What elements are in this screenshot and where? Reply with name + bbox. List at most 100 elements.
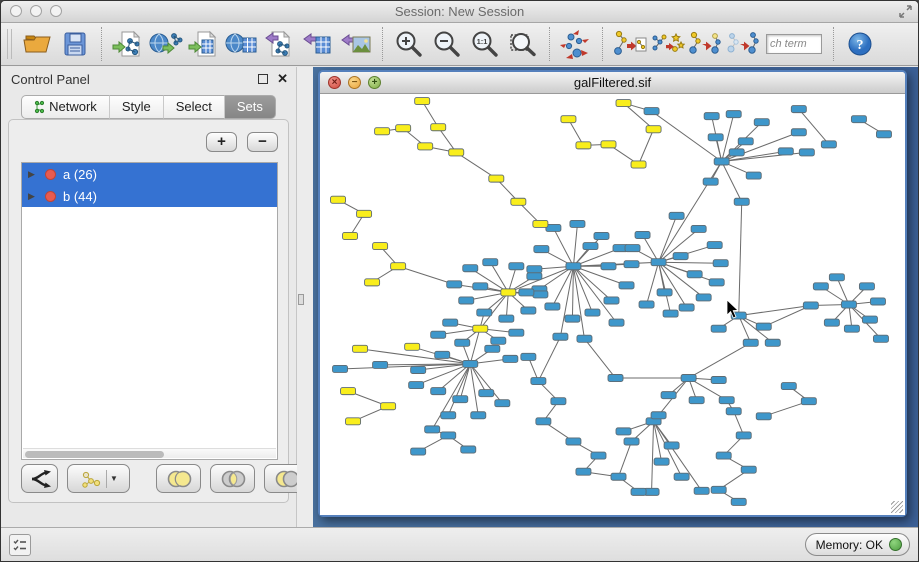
graph-node[interactable] [711, 325, 726, 332]
graph-node[interactable] [791, 129, 806, 136]
graph-node[interactable] [694, 487, 709, 494]
graph-node[interactable] [664, 442, 679, 449]
search-input[interactable]: ch term [766, 34, 822, 54]
graph-node[interactable] [624, 261, 639, 268]
graph-node[interactable] [679, 304, 694, 311]
graph-node[interactable] [431, 331, 446, 338]
graph-node[interactable] [691, 225, 706, 232]
graph-node[interactable] [485, 345, 500, 352]
tab-network[interactable]: Network [21, 95, 110, 119]
show-selected-button[interactable] [686, 25, 724, 63]
graph-node[interactable] [443, 319, 458, 326]
frame-close-button[interactable]: × [328, 76, 341, 89]
graph-node[interactable] [418, 143, 433, 150]
graph-node[interactable] [709, 279, 724, 286]
graph-node[interactable] [441, 412, 456, 419]
graph-node[interactable] [411, 448, 426, 455]
graph-node[interactable] [862, 316, 877, 323]
graph-node[interactable] [585, 309, 600, 316]
graph-node[interactable] [703, 178, 718, 185]
graph-node[interactable] [799, 149, 814, 156]
graph-node[interactable] [463, 360, 478, 367]
graph-node[interactable] [489, 175, 504, 182]
graph-node[interactable] [477, 309, 492, 316]
graph-node[interactable] [711, 486, 726, 493]
toolbar-drag-handle[interactable] [7, 29, 12, 59]
graph-node[interactable] [673, 253, 688, 260]
graph-node[interactable] [746, 172, 761, 179]
zoom-in-button[interactable] [390, 25, 428, 63]
minimize-window-button[interactable] [30, 5, 42, 17]
intersect-sets-button[interactable] [210, 464, 255, 493]
graph-node[interactable] [619, 282, 634, 289]
graph-node[interactable] [608, 374, 623, 381]
graph-node[interactable] [726, 408, 741, 415]
graph-node[interactable] [483, 259, 498, 266]
graph-node[interactable] [729, 149, 744, 156]
graph-node[interactable] [527, 266, 542, 273]
graph-node[interactable] [534, 246, 549, 253]
graph-node[interactable] [409, 382, 424, 389]
graph-node[interactable] [743, 339, 758, 346]
graph-node[interactable] [625, 245, 640, 252]
scrollbar-thumb[interactable] [25, 451, 164, 458]
graph-node[interactable] [604, 297, 619, 304]
graph-node[interactable] [503, 355, 518, 362]
graph-node[interactable] [781, 383, 796, 390]
import-table-file-button[interactable] [185, 25, 223, 63]
graph-node[interactable] [654, 458, 669, 465]
graph-node[interactable] [639, 301, 654, 308]
graph-node[interactable] [708, 134, 723, 141]
graph-node[interactable] [821, 141, 836, 148]
graph-node[interactable] [716, 452, 731, 459]
graph-node[interactable] [859, 283, 874, 290]
graph-node[interactable] [533, 291, 548, 298]
import-network-file-button[interactable] [109, 25, 147, 63]
close-window-button[interactable] [10, 5, 22, 17]
graph-node[interactable] [704, 113, 719, 120]
graph-node[interactable] [583, 243, 598, 250]
graph-node[interactable] [577, 335, 592, 342]
graph-node[interactable] [601, 263, 616, 270]
graph-node[interactable] [663, 310, 678, 317]
memory-status-button[interactable]: Memory: OK [805, 533, 910, 556]
graph-node[interactable] [576, 142, 591, 149]
network-frame[interactable]: × − + galFiltered.sif [318, 70, 907, 517]
network-canvas[interactable] [320, 95, 905, 515]
graph-node[interactable] [669, 212, 684, 219]
graph-node[interactable] [803, 302, 818, 309]
graph-node[interactable] [707, 242, 722, 249]
export-network-button[interactable] [261, 25, 299, 63]
add-set-button[interactable]: + [206, 132, 237, 152]
tab-select[interactable]: Select [164, 95, 225, 119]
import-network-url-button[interactable] [147, 25, 185, 63]
graph-node[interactable] [431, 388, 446, 395]
graph-node[interactable] [570, 220, 585, 227]
task-history-button[interactable] [9, 534, 31, 556]
graph-node[interactable] [463, 265, 478, 272]
graph-node[interactable] [375, 128, 390, 135]
graph-node[interactable] [459, 297, 474, 304]
graph-node[interactable] [731, 498, 746, 505]
graph-node[interactable] [631, 488, 646, 495]
graph-node[interactable] [341, 388, 356, 395]
horizontal-scrollbar[interactable] [23, 448, 276, 458]
graph-node[interactable] [521, 307, 536, 314]
graph-node[interactable] [353, 345, 368, 352]
graph-node[interactable] [441, 432, 456, 439]
graph-node[interactable] [765, 339, 780, 346]
graph-node[interactable] [651, 412, 666, 419]
graph-node[interactable] [754, 119, 769, 126]
graph-node[interactable] [624, 438, 639, 445]
graph-node[interactable] [689, 397, 704, 404]
hide-selected-button[interactable] [724, 25, 762, 63]
expand-arrow-icon[interactable]: ▶ [28, 191, 38, 202]
graph-node[interactable] [447, 281, 462, 288]
tab-style[interactable]: Style [110, 95, 164, 119]
graph-node[interactable] [405, 343, 420, 350]
zoom-actual-size-button[interactable]: 1:1 [466, 25, 504, 63]
graph-node[interactable] [471, 412, 486, 419]
frame-zoom-button[interactable]: + [368, 76, 381, 89]
graph-node[interactable] [381, 403, 396, 410]
graph-node[interactable] [576, 468, 591, 475]
